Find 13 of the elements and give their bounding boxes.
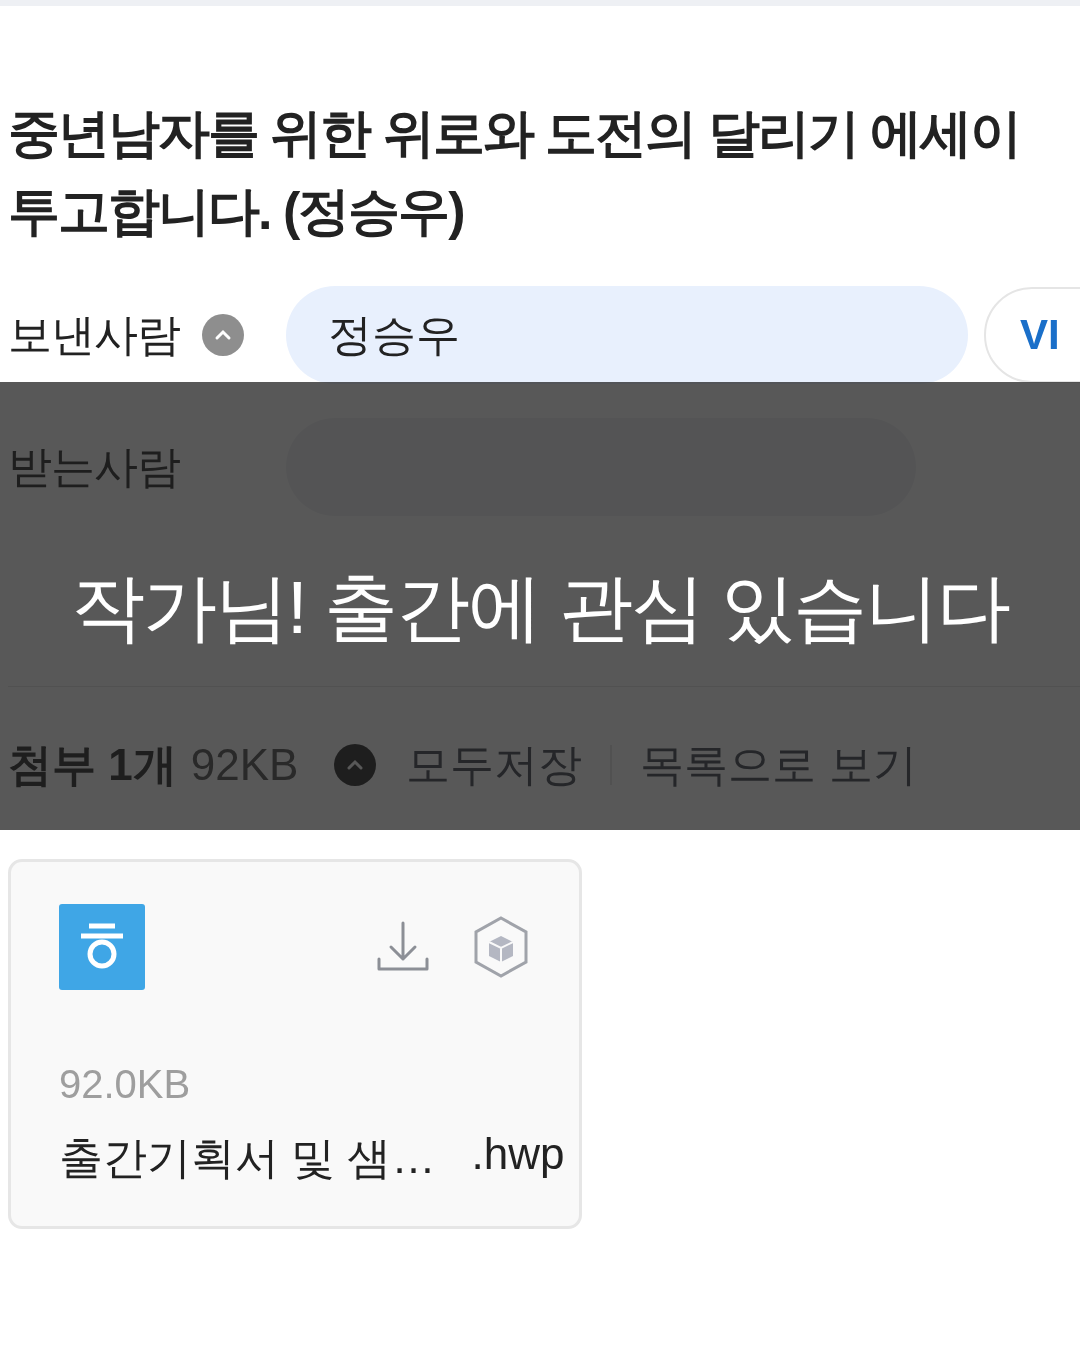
attachment-count: 첨부 1개 bbox=[8, 738, 177, 791]
caption-text: 작가님! 출간에 관심 있습니다 bbox=[70, 565, 1010, 651]
sender-chip[interactable]: 정승우 bbox=[286, 286, 968, 384]
document-icon bbox=[59, 904, 145, 990]
collapse-icon[interactable] bbox=[202, 314, 244, 356]
file-name: 출간기획서 및 샘… bbox=[59, 1132, 436, 1184]
cube-icon[interactable] bbox=[473, 916, 529, 978]
recipient-label: 받는사람 bbox=[8, 440, 180, 493]
file-extension: .hwp bbox=[471, 1129, 565, 1180]
file-size: 92.0KB bbox=[59, 1062, 192, 1107]
email-subject: 중년남자를 위한 위로와 도전의 달리기 에세이 투고합니다. (정승우) bbox=[8, 103, 1022, 242]
sender-label: 보낸사람 bbox=[8, 308, 180, 361]
attachment-card[interactable]: 92.0KB 출간기획서 및 샘… .hwp bbox=[8, 859, 582, 1229]
